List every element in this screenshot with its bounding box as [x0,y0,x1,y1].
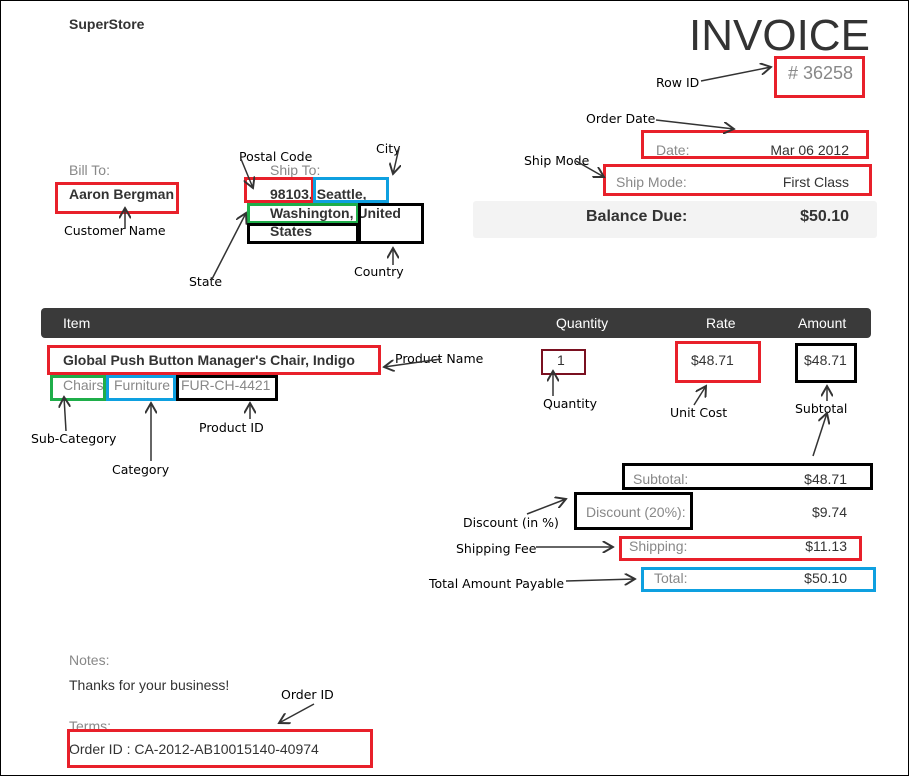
invoice-page: SuperStore INVOICE # 36258 Date: Mar 06 … [0,0,909,776]
annotation-arrows [1,1,908,775]
